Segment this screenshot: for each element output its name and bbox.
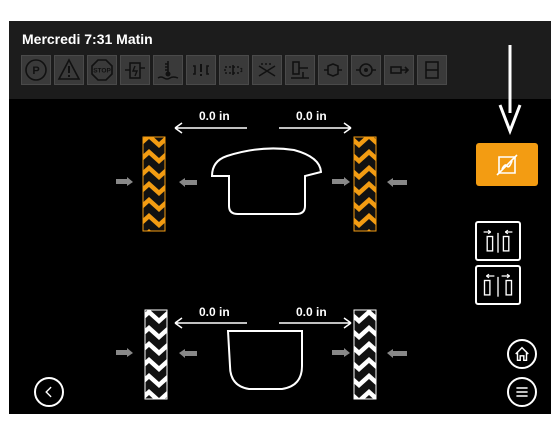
rear-right-value: 0.0 in	[296, 305, 327, 319]
narrow-track-button[interactable]	[475, 221, 521, 261]
front-left-measure-arrow	[174, 122, 247, 134]
wide-track-button[interactable]	[475, 265, 521, 305]
front-right-inner-arrow	[332, 177, 350, 186]
rear-right-measure-arrow	[279, 317, 352, 329]
tires-inward-icon	[483, 229, 513, 253]
front-axle	[116, 122, 407, 232]
front-right-tire	[353, 136, 377, 232]
rear-axle	[116, 309, 407, 400]
back-button[interactable]	[34, 377, 64, 407]
sensor-disable-button[interactable]	[476, 143, 538, 186]
rear-right-inner-arrow	[332, 348, 350, 357]
rear-chassis-outline	[226, 330, 303, 390]
tires-outward-icon	[483, 273, 513, 297]
rear-right-outer-arrow	[387, 349, 407, 358]
front-left-value: 0.0 in	[199, 109, 230, 123]
hamburger-menu-icon	[516, 387, 528, 397]
front-right-measure-arrow	[279, 122, 352, 134]
front-right-value: 0.0 in	[296, 109, 327, 123]
rear-left-measure-arrow	[174, 317, 247, 329]
rear-left-tire	[144, 309, 168, 400]
home-button[interactable]	[507, 339, 537, 369]
rear-left-inner-arrow	[179, 349, 197, 358]
rear-left-outer-arrow	[116, 348, 133, 357]
menu-button[interactable]	[507, 377, 537, 407]
front-left-outer-arrow	[116, 177, 133, 186]
front-left-inner-arrow	[179, 178, 197, 187]
machine-display: Mercredi 7:31 Matin P STOP 0.0 in 0.0 in…	[9, 21, 551, 414]
chevron-left-icon	[45, 386, 52, 398]
rear-left-value: 0.0 in	[199, 305, 230, 319]
front-chassis-outline	[210, 147, 323, 215]
home-icon	[515, 346, 529, 362]
axle-diagram	[116, 45, 522, 400]
sensor-off-icon	[496, 153, 518, 176]
front-left-tire	[142, 136, 166, 232]
rear-right-tire	[353, 309, 377, 400]
front-right-outer-arrow	[387, 178, 407, 187]
